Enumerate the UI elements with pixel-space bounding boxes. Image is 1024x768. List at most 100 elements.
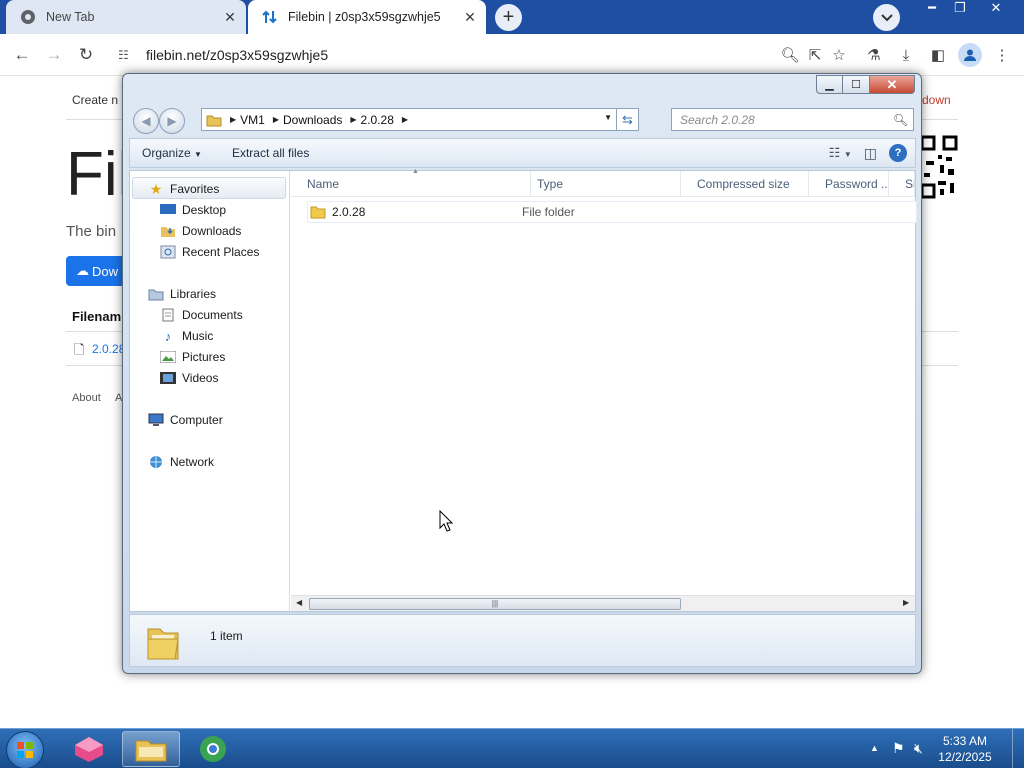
chevron-right-icon[interactable]: ▶ [350,115,356,124]
nav-computer[interactable]: Computer [148,413,223,427]
scroll-right-icon[interactable]: ▶ [903,598,909,607]
taskbar-chrome-button[interactable] [184,731,242,767]
close-icon[interactable]: ✕ [460,7,480,27]
taskbar-app-button[interactable] [60,731,118,767]
minimize-window-button[interactable]: ━ [918,0,946,18]
system-clock[interactable]: 5:33 AM 12/2/2025 [925,733,1005,765]
horizontal-scrollbar[interactable]: ◀ ||| ▶ [291,595,915,611]
profile-avatar[interactable] [958,43,982,67]
refresh-icon[interactable]: ⇆ [616,109,638,130]
search-input[interactable]: Search 2.0.28 🔍︎ [671,108,914,131]
reload-button[interactable]: ↻ [74,43,98,67]
footer-about-link[interactable]: About [72,392,101,404]
chevron-right-icon[interactable]: ▶ [273,115,279,124]
table-row[interactable]: 2.0.28 File folder [307,201,917,223]
nav-downloads[interactable]: Downloads [160,224,241,238]
desktop-screen: New Tab ✕ Filebin | z0sp3x59sgzwhje5 ✕ +… [0,0,1024,768]
breadcrumb-item[interactable]: 2.0.28 [361,113,394,127]
download-icon[interactable]: ⤓ [896,45,916,65]
labs-flask-icon[interactable]: ⚗ [864,45,884,65]
chevron-right-icon[interactable]: ▶ [402,115,408,124]
download-button[interactable]: ☁ Dow [66,256,126,286]
column-compressed-size[interactable]: Compressed size [681,171,809,197]
videos-icon [160,371,176,385]
breadcrumb-item[interactable]: VM1 [240,113,265,127]
column-label: Si [905,177,915,191]
browser-tabstrip: New Tab ✕ Filebin | z0sp3x59sgzwhje5 ✕ +… [0,0,1024,34]
volume-muted-icon[interactable]: 🔇︎ [914,740,923,757]
right-header-link[interactable]: down [922,93,951,107]
recent-places-icon [160,245,176,259]
nav-libraries[interactable]: Libraries [148,287,216,301]
organize-button[interactable]: Organize ▼ [130,146,214,160]
close-button[interactable]: ✕ [870,75,915,94]
forward-button[interactable]: → [42,43,66,67]
desktop-icon [160,203,176,217]
computer-icon [148,413,164,427]
nav-recent-places[interactable]: Recent Places [160,245,259,259]
tab-search-button[interactable] [873,4,900,31]
show-desktop-button[interactable] [1012,729,1024,768]
filename-column-header: Filenam [72,309,122,324]
intro-text: The bin [66,223,117,240]
address-bar[interactable]: ☷ filebin.net/z0sp3x59sgzwhje5 [110,39,850,71]
show-hidden-icons-icon[interactable]: ▲ [870,743,879,753]
libraries-icon [148,287,164,301]
view-options-icon[interactable]: ☷ ▼ [829,145,852,161]
restore-window-button[interactable]: ❐ [946,0,974,18]
back-button[interactable]: ← [10,43,34,67]
url-text: filebin.net/z0sp3x59sgzwhje5 [146,47,329,63]
organize-label: Organize [142,146,191,160]
bookmark-star-icon[interactable]: ☆ [829,45,849,65]
maximize-button[interactable]: ☐ [843,75,870,94]
search-placeholder: Search 2.0.28 [680,112,755,127]
share-icon[interactable]: ⇱ [805,45,825,65]
close-icon[interactable]: ✕ [220,7,240,27]
create-new-link[interactable]: Create n [72,93,118,107]
nav-favorites[interactable]: ★ Favorites [148,181,220,197]
action-center-flag-icon[interactable]: ⚑ [892,740,905,757]
close-window-button[interactable]: ✕ [982,0,1010,18]
pictures-icon [160,350,176,364]
extract-all-button[interactable]: Extract all files [214,146,321,160]
start-button[interactable] [6,731,44,768]
taskbar-explorer-button[interactable] [122,731,180,767]
nav-label: Libraries [170,287,217,301]
nav-music[interactable]: ♪ Music [160,329,214,344]
breadcrumb-item[interactable]: Downloads [283,113,342,127]
scroll-left-icon[interactable]: ◀ [296,598,302,607]
nav-documents[interactable]: Documents [160,308,243,322]
back-arrow-icon[interactable]: ◀ [133,108,159,134]
tab-new-tab[interactable]: New Tab ✕ [6,0,246,34]
forward-arrow-icon[interactable]: ▶ [159,108,185,134]
scroll-thumb[interactable]: ||| [309,598,681,610]
site-settings-icon[interactable]: ☷ [118,48,136,62]
tab-filebin[interactable]: Filebin | z0sp3x59sgzwhje5 ✕ [248,0,486,34]
chrome-icon [20,9,36,25]
column-name[interactable]: Name [291,171,531,197]
help-icon[interactable]: ? [889,144,907,162]
side-panel-icon[interactable]: ◧ [928,45,948,65]
column-password[interactable]: Password ... [809,171,889,197]
nav-pictures[interactable]: Pictures [160,350,225,364]
search-icon[interactable]: 🔍︎ [893,113,913,127]
history-dropdown-icon[interactable]: ▼ [604,113,612,122]
details-pane: 1 item [129,614,916,667]
nav-videos[interactable]: Videos [160,371,218,385]
chevron-down-icon [880,13,893,21]
column-type[interactable]: Type [521,171,681,197]
breadcrumb[interactable]: ▶ VM1 ▶ Downloads ▶ 2.0.28 ▶ ▼ ⇆ [201,108,639,131]
nav-desktop[interactable]: Desktop [160,203,226,217]
chevron-right-icon[interactable]: ▶ [230,115,236,124]
nav-label: Downloads [182,224,242,238]
menu-kebab-icon[interactable]: ⋮ [992,45,1012,65]
minimize-button[interactable]: ▁ [816,75,843,94]
tab-title: Filebin | z0sp3x59sgzwhje5 [288,10,441,24]
nav-network[interactable]: Network [148,455,214,469]
column-size[interactable]: Si [889,171,915,197]
new-tab-button[interactable]: + [495,4,522,31]
item-count: 1 item [210,629,243,643]
file-link[interactable]: 2.0.28 [92,342,125,356]
preview-pane-icon[interactable]: ◫ [864,145,877,162]
zoom-icon[interactable]: 🔍︎ [780,45,800,65]
